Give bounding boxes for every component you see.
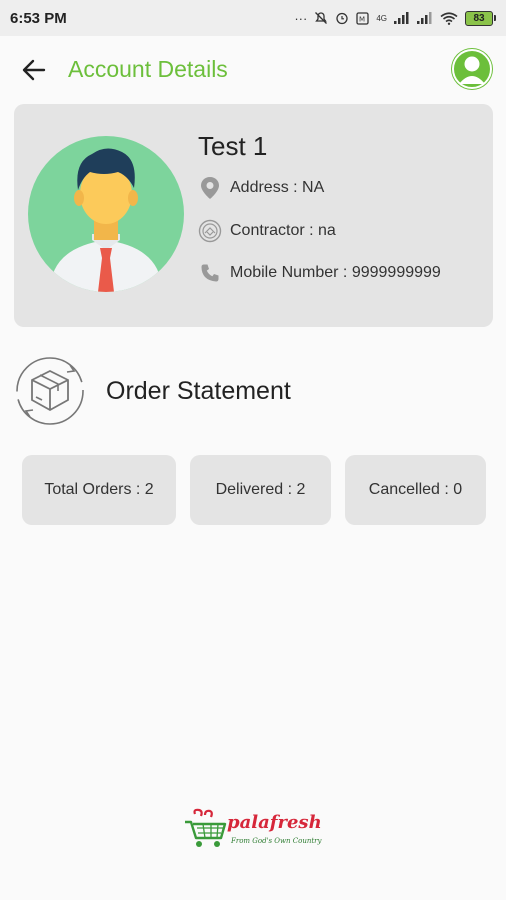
status-time: 6:53 PM (10, 9, 67, 27)
box-cycle-icon (14, 355, 86, 427)
address-row: Address : NA (198, 176, 324, 200)
back-arrow-icon (22, 59, 46, 81)
mute-icon (315, 12, 328, 24)
alarm-icon (336, 12, 348, 25)
user-profile-icon (452, 49, 492, 89)
total-orders-text: Total Orders : 2 (44, 481, 154, 498)
location-pin-icon (198, 176, 222, 200)
contractor-row: Contractor : na (198, 219, 336, 243)
cancelled-card[interactable]: Cancelled : 0 (345, 455, 486, 525)
user-avatar-icon (50, 148, 162, 292)
signal-icon (394, 12, 409, 24)
user-name: Test 1 (198, 131, 268, 161)
cancelled-text: Cancelled : 0 (368, 481, 463, 498)
sim-icon: M (356, 11, 369, 25)
battery-indicator: 83 (465, 10, 493, 26)
mobile-row: Mobile Number : 9999999999 (198, 261, 441, 285)
status-icons: ··· M 4G 83 (294, 10, 496, 26)
order-statement-title: Order Statement (106, 377, 291, 405)
status-bar: 6:53 PM ··· M 4G 83 (0, 0, 506, 36)
network-type: 4G (376, 13, 387, 23)
signal-icon-2 (417, 12, 432, 24)
back-button[interactable] (18, 56, 50, 84)
svg-text:M: M (359, 15, 365, 23)
cart-logo-icon (185, 808, 227, 847)
address-text: Address : NA (230, 179, 325, 196)
contractor-badge-icon (198, 219, 222, 243)
contractor-text: Contractor : na (230, 222, 336, 239)
wifi-icon (440, 11, 458, 25)
order-statement-section: Order Statement (14, 355, 493, 427)
page-title: Account Details (68, 56, 228, 82)
profile-button[interactable] (451, 48, 493, 90)
account-card: Test 1 Address : NA Contractor : na Mobi… (14, 104, 493, 327)
total-orders-card[interactable]: Total Orders : 2 (22, 455, 176, 525)
brand-name: palafresh (227, 812, 322, 833)
brand-logo: palafresh From God's Own Country (183, 808, 328, 852)
avatar (28, 136, 184, 292)
delivered-text: Delivered : 2 (215, 481, 306, 498)
battery-tip (494, 15, 496, 21)
brand-tagline: From God's Own Country (231, 837, 322, 845)
phone-icon (198, 261, 222, 285)
more-icon: ··· (294, 10, 308, 26)
app-header: Account Details (0, 36, 506, 104)
mobile-text: Mobile Number : 9999999999 (230, 264, 441, 281)
delivered-card[interactable]: Delivered : 2 (190, 455, 331, 525)
